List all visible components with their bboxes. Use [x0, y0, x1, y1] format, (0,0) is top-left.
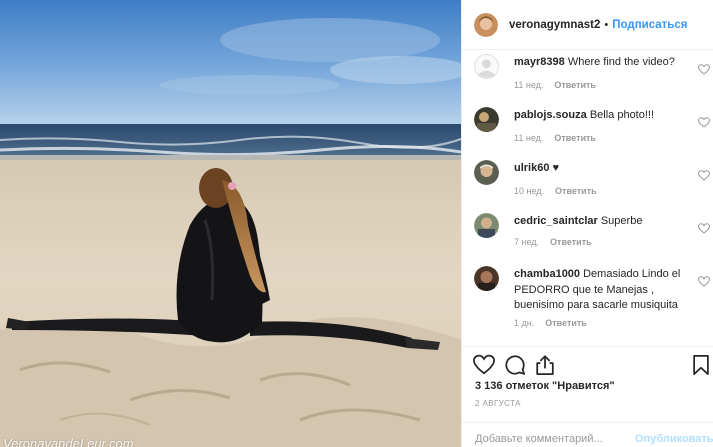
header-separator: • — [604, 18, 609, 31]
publish-button[interactable]: Опубликовать — [635, 433, 713, 445]
post-date[interactable]: 2 АВГУСТА — [475, 399, 521, 408]
user-avatar[interactable] — [474, 160, 499, 185]
user-avatar-image — [474, 266, 499, 291]
comment-like-heart-icon[interactable] — [698, 64, 710, 75]
comment-text: cedric_saintclar Superbe — [514, 214, 694, 230]
comment-icon[interactable] — [504, 354, 526, 376]
comment-like-heart-icon[interactable] — [698, 223, 710, 234]
likes-number: 3 136 — [475, 380, 503, 392]
heart-icon[interactable] — [473, 354, 495, 376]
user-avatar[interactable] — [474, 213, 499, 238]
default-avatar-icon — [474, 54, 499, 79]
post-actions-bar — [462, 350, 713, 380]
comment-like-heart-icon[interactable] — [698, 117, 710, 128]
comment-username[interactable]: ulrik60 — [514, 162, 549, 174]
user-avatar[interactable] — [474, 107, 499, 132]
comment-content: Bella photo!!! — [589, 109, 655, 121]
post-header: veronagymnast2 • Подписаться — [462, 0, 713, 50]
comment-username[interactable]: chamba1000 — [514, 268, 580, 280]
share-icon[interactable] — [534, 354, 556, 376]
post-photo[interactable]: VeronavandeLeur.com — [0, 0, 461, 447]
comment-username[interactable]: pablojs.souza — [514, 109, 587, 121]
default-avatar[interactable] — [474, 54, 499, 79]
comment-content: ♥ — [552, 162, 560, 174]
follow-button[interactable]: Подписаться — [612, 19, 687, 31]
reply-button[interactable]: Ответить — [554, 80, 596, 90]
comment-text: mayr8398 Where find the video? — [514, 55, 694, 71]
author-username[interactable]: veronagymnast2 — [509, 19, 600, 31]
comment-content: Where find the video? — [567, 56, 675, 68]
comment-meta: 11 нед. Ответить — [514, 80, 596, 90]
user-avatar-image — [474, 107, 499, 132]
reply-button[interactable]: Ответить — [555, 186, 597, 196]
user-avatar-image — [474, 213, 499, 238]
comment-time[interactable]: 11 нед. — [514, 80, 543, 90]
reply-button[interactable]: Ответить — [545, 318, 587, 328]
reply-button[interactable]: Ответить — [550, 237, 592, 247]
reply-button[interactable]: Ответить — [554, 133, 596, 143]
likes-label: отметок "Нравится" — [505, 380, 615, 392]
comment-time[interactable]: 11 нед. — [514, 133, 543, 143]
user-avatar[interactable] — [474, 266, 499, 291]
author-avatar-image — [474, 12, 498, 37]
comment-time[interactable]: 1 дн. — [514, 318, 534, 328]
user-avatar-image — [474, 160, 499, 185]
add-comment-input[interactable]: Добавьте комментарий... — [475, 433, 603, 445]
photo-watermark: VeronavandeLeur.com — [3, 436, 134, 447]
comment-text: pablojs.souza Bella photo!!! — [514, 108, 694, 124]
comment-meta: 7 нед. Ответить — [514, 237, 592, 247]
beach-photo-image — [0, 0, 461, 447]
likes-count[interactable]: 3 136 отметок "Нравится" — [475, 380, 615, 392]
comment-username[interactable]: mayr8398 — [514, 56, 565, 68]
comment-list[interactable]: mayr8398 Where find the video? 11 нед. От… — [462, 50, 713, 346]
add-comment-bar: Добавьте комментарий... Опубликовать — [462, 422, 713, 447]
post-sidebar: veronagymnast2 • Подписаться mayr8398 Wh… — [461, 0, 713, 447]
comment-text: ulrik60 ♥ — [514, 161, 694, 177]
comment-meta: 10 нед. Ответить — [514, 186, 597, 196]
comment-text: chamba1000 Demasiado Lindo el PEDORRO qu… — [514, 267, 694, 314]
comment-username[interactable]: cedric_saintclar — [514, 215, 598, 227]
author-avatar[interactable] — [474, 12, 498, 37]
comment-time[interactable]: 10 нед. — [514, 186, 544, 196]
comment-like-heart-icon[interactable] — [698, 170, 710, 181]
comment-content: Superbe — [600, 215, 643, 227]
actions-divider — [462, 346, 713, 347]
comment-like-heart-icon[interactable] — [698, 276, 710, 287]
comment-meta: 11 нед. Ответить — [514, 133, 596, 143]
comment-meta: 1 дн. Ответить — [514, 318, 587, 328]
comment-time[interactable]: 7 нед. — [514, 237, 539, 247]
bookmark-icon[interactable] — [690, 354, 712, 376]
